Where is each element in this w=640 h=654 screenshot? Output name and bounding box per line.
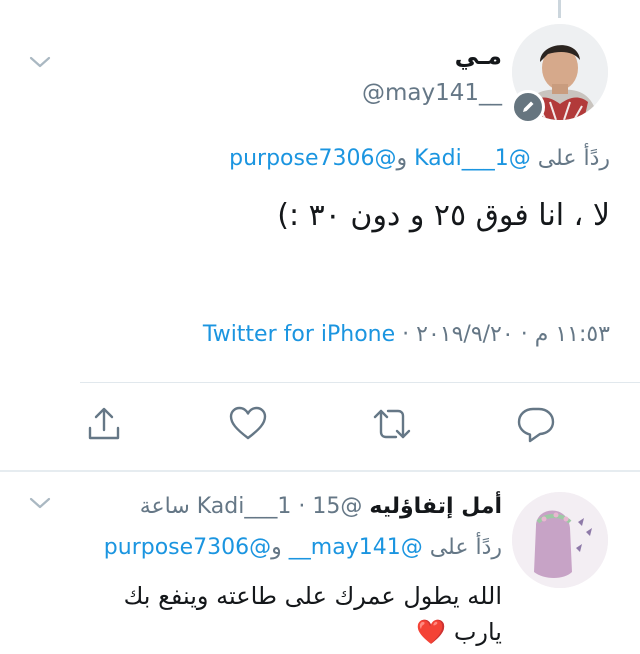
- reply-author-name[interactable]: أمل إتفاؤليه: [369, 494, 502, 519]
- meta-separator: ·: [298, 494, 306, 519]
- chevron-down-icon[interactable]: [28, 52, 52, 72]
- tweet-source[interactable]: Twitter for iPhone: [203, 322, 395, 347]
- tweet-meta: ١١:٥٣ م · ٢٠١٩/٩/٢٠ · Twitter for iPhone: [203, 322, 610, 347]
- avatar[interactable]: [512, 492, 608, 588]
- replying-to: ردًأ على @Kadi___1 و@purpose7306: [229, 146, 610, 171]
- reply-conjunction: و: [271, 535, 282, 560]
- author-handle[interactable]: @may141__: [362, 80, 502, 106]
- reply-mention-purpose[interactable]: @purpose7306: [229, 146, 396, 171]
- section-separator: [0, 470, 640, 472]
- tweet-text: لا ، انا فوق ٢٥ و دون ٣٠ :): [277, 198, 610, 233]
- reply-header: أمل إتفاؤليه @Kadi___1 · 15 ساعة: [140, 494, 502, 519]
- reply-mention-purpose[interactable]: @purpose7306: [104, 535, 271, 560]
- reply-mention-kadi[interactable]: @Kadi___1: [414, 146, 531, 171]
- thread-line: [558, 0, 561, 18]
- like-icon[interactable]: [228, 404, 268, 444]
- reply-text: الله يطول عمرك على طاعته وينفع بك يارب ❤…: [82, 578, 502, 650]
- divider: [80, 382, 640, 383]
- tweet-time: ١١:٥٣ م: [534, 322, 610, 347]
- replying-to: ردًأ على @may141__ و@purpose7306: [104, 535, 502, 560]
- heart-emoji: ❤️: [416, 618, 447, 646]
- meta-separator: ·: [402, 322, 410, 347]
- share-icon[interactable]: [84, 404, 124, 444]
- reply-icon[interactable]: [516, 404, 556, 444]
- reply-prefix: ردًأ على: [429, 535, 502, 560]
- reply-body: الله يطول عمرك على طاعته وينفع بك يارب: [123, 582, 502, 646]
- reply-conjunction: و: [396, 146, 408, 171]
- tweet-date: ٢٠١٩/٩/٢٠: [416, 322, 514, 347]
- chevron-down-icon[interactable]: [28, 493, 52, 513]
- reply-mention-may[interactable]: @may141__: [289, 535, 423, 560]
- edit-pencil-icon[interactable]: [511, 90, 545, 124]
- meta-separator: ·: [520, 322, 528, 347]
- retweet-icon[interactable]: [372, 404, 412, 444]
- author-name[interactable]: مـي: [455, 42, 502, 70]
- reply-prefix: ردًأ على: [537, 146, 610, 171]
